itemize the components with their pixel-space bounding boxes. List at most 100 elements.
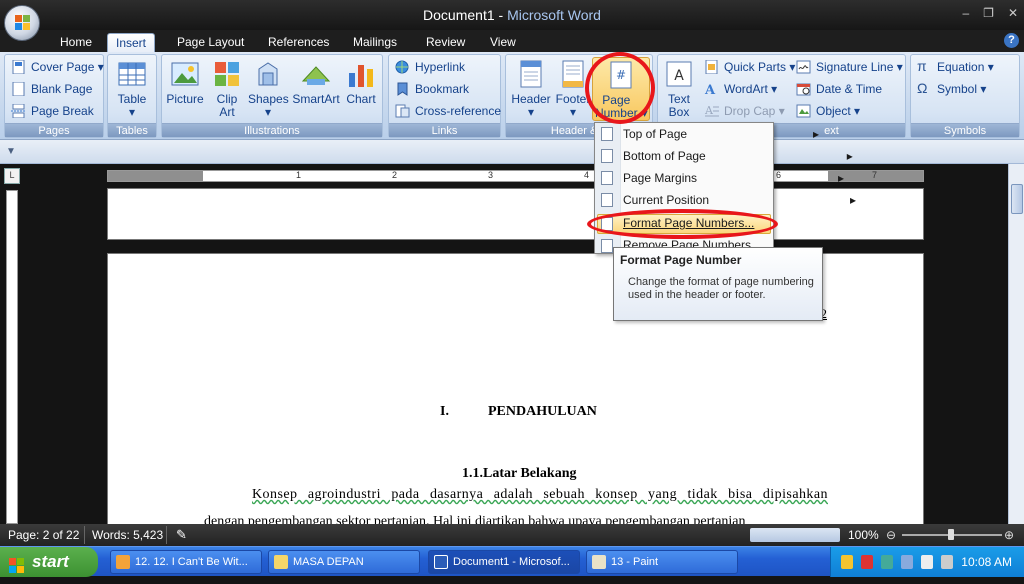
tab-mailings[interactable]: Mailings — [345, 33, 405, 52]
blank-page-button[interactable]: Blank Page — [9, 79, 92, 99]
menu-item-page-margins[interactable]: Page Margins ▸ — [623, 167, 844, 189]
horizontal-ruler[interactable]: 1 2 3 4 5 6 7 — [107, 170, 924, 182]
vertical-scrollbar[interactable] — [1008, 164, 1024, 524]
menu-item-top-of-page[interactable]: Top of Page ▸ — [623, 123, 819, 145]
bookmark-button[interactable]: Bookmark — [393, 79, 469, 99]
zoom-slider-handle[interactable] — [948, 529, 954, 540]
page-number-button[interactable]: # Page Number ▾ — [592, 57, 650, 121]
page-previous — [107, 188, 924, 240]
smartart-button[interactable]: SmartArt — [292, 59, 340, 106]
office-button[interactable] — [4, 5, 40, 41]
page-break-button[interactable]: Page Break — [9, 101, 94, 121]
hyperlink-button[interactable]: Hyperlink — [393, 57, 465, 77]
clip-art-button[interactable]: Clip Art — [210, 59, 244, 119]
footer-icon — [558, 59, 588, 89]
footer-button[interactable]: Footer ▾ — [554, 59, 592, 119]
clip-art-icon — [212, 59, 242, 89]
symbol-button[interactable]: Ω Symbol ▾ — [915, 79, 986, 99]
ruler-number: 3 — [488, 170, 494, 180]
page-break-icon — [11, 103, 26, 119]
vertical-ruler[interactable] — [6, 190, 18, 524]
folder-icon — [274, 555, 288, 569]
antivirus-icon[interactable] — [861, 555, 873, 569]
object-label: Object — [816, 104, 851, 118]
page-margins-icon — [601, 171, 613, 185]
proofing-icon[interactable]: ✎ — [176, 527, 187, 543]
ruler-number: 6 — [776, 170, 782, 180]
ruler-left-margin — [108, 171, 203, 181]
calendar-icon — [796, 82, 811, 96]
tab-selector[interactable]: L — [4, 168, 20, 184]
clock[interactable]: 10:08 AM — [961, 555, 1012, 569]
object-button[interactable]: Object ▾ — [794, 101, 860, 121]
zoom-level[interactable]: 100% — [848, 528, 879, 542]
start-label: start — [32, 552, 69, 571]
table-button[interactable]: Table ▾ — [116, 59, 148, 119]
task-folder[interactable]: MASA DEPAN — [268, 550, 420, 574]
picture-button[interactable]: Picture — [166, 59, 204, 106]
close-button[interactable]: ✕ — [1008, 6, 1018, 20]
settings-icon[interactable] — [941, 555, 953, 569]
tab-review[interactable]: Review — [418, 33, 473, 52]
cross-reference-button[interactable]: Cross-reference — [393, 101, 501, 121]
menu-item-bottom-of-page[interactable]: Bottom of Page ▸ — [623, 145, 853, 167]
date-time-button[interactable]: Date & Time — [794, 79, 882, 99]
volume-icon[interactable] — [901, 555, 913, 569]
tab-view[interactable]: View — [482, 33, 524, 52]
tooltip-description: Change the format of page numbering used… — [628, 276, 814, 301]
quick-parts-icon — [704, 59, 719, 75]
tab-insert[interactable]: Insert — [107, 33, 156, 52]
page-number-icon: # — [606, 60, 636, 90]
document-name: Document1 — [423, 7, 495, 23]
page-count-status[interactable]: Page: 2 of 22 — [8, 528, 79, 542]
chart-label: Chart — [346, 92, 376, 106]
minimize-button[interactable]: – — [962, 6, 969, 20]
task-label: Document1 - Microsof... — [453, 556, 570, 568]
header-icon — [516, 59, 546, 89]
customize-chevron-icon[interactable]: ▼ — [6, 146, 16, 157]
wordart-button[interactable]: A WordArt ▾ — [702, 79, 777, 99]
help-icon[interactable]: ? — [1004, 33, 1019, 48]
submenu-arrow-icon: ▸ — [846, 149, 853, 163]
task-label: 13 - Paint — [611, 556, 659, 568]
status-bar: Page: 2 of 22 Words: 5,423 ✎ 100% ⊖ ⊕ — [0, 524, 1024, 546]
shield-icon[interactable] — [841, 555, 853, 569]
svg-text:A: A — [704, 83, 716, 96]
battery-icon[interactable] — [921, 555, 933, 569]
cover-page-button[interactable]: Cover Page ▾ — [9, 57, 104, 77]
signature-line-button[interactable]: Signature Line ▾ — [794, 57, 903, 77]
task-word[interactable]: Document1 - Microsof... — [428, 550, 580, 574]
zoom-in-icon[interactable]: ⊕ — [1004, 528, 1014, 542]
taskbar: start 12. 12. I Can't Be Wit... MASA DEP… — [0, 546, 1024, 577]
shapes-button[interactable]: Shapes ▾ — [248, 59, 289, 119]
restore-button[interactable]: ❐ — [983, 6, 994, 20]
header-button[interactable]: Header ▾ — [510, 59, 552, 119]
word-count-status[interactable]: Words: 5,423 — [92, 528, 163, 542]
svg-text:A: A — [674, 68, 684, 84]
zoom-out-icon[interactable]: ⊖ — [886, 528, 896, 542]
shapes-icon — [253, 59, 283, 89]
quick-parts-label: Quick Parts — [724, 60, 787, 74]
menu-item-current-position[interactable]: Current Position ▸ — [623, 189, 856, 211]
tab-references[interactable]: References — [260, 33, 337, 52]
quick-parts-button[interactable]: Quick Parts ▾ — [702, 57, 795, 77]
ruler-number: 4 — [584, 170, 590, 180]
text-box-label: Text Box — [667, 92, 690, 119]
tab-home[interactable]: Home — [52, 33, 100, 52]
blank-page-label: Blank Page — [31, 82, 93, 96]
equation-button[interactable]: π Equation ▾ — [915, 57, 994, 77]
smartart-icon — [301, 59, 331, 89]
submenu-arrow-icon: ▸ — [838, 171, 845, 185]
group-label-illustrations: Illustrations — [162, 123, 382, 137]
task-paint[interactable]: 13 - Paint — [586, 550, 738, 574]
chart-button[interactable]: Chart — [344, 59, 378, 106]
group-label-tables: Tables — [108, 123, 156, 137]
network-icon[interactable] — [881, 555, 893, 569]
view-buttons[interactable] — [750, 528, 840, 542]
start-button[interactable]: start — [0, 547, 98, 577]
tab-page-layout[interactable]: Page Layout — [169, 33, 252, 52]
scroll-thumb[interactable] — [1011, 184, 1023, 214]
menu-item-format-page-numbers[interactable]: Format Page Numbers... — [623, 212, 754, 234]
task-media[interactable]: 12. 12. I Can't Be Wit... — [110, 550, 262, 574]
drop-cap-button: A Drop Cap ▾ — [704, 104, 785, 118]
